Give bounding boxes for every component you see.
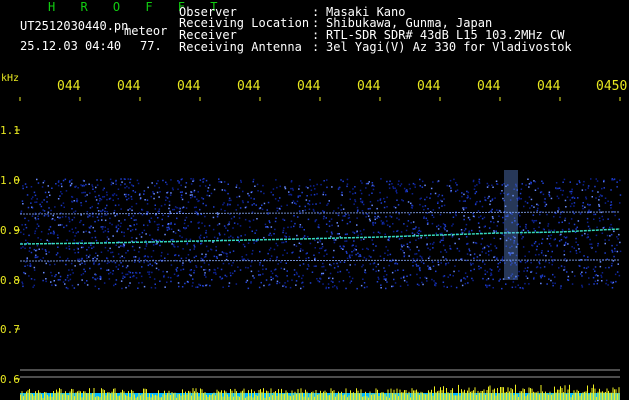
horizontal-interference-line xyxy=(19,259,621,262)
spectrogram xyxy=(15,97,622,400)
signal-noise-band xyxy=(20,178,622,290)
freq-tick-marks xyxy=(15,129,20,380)
meteor-echo xyxy=(504,170,518,280)
time-tick-marks xyxy=(19,97,621,101)
